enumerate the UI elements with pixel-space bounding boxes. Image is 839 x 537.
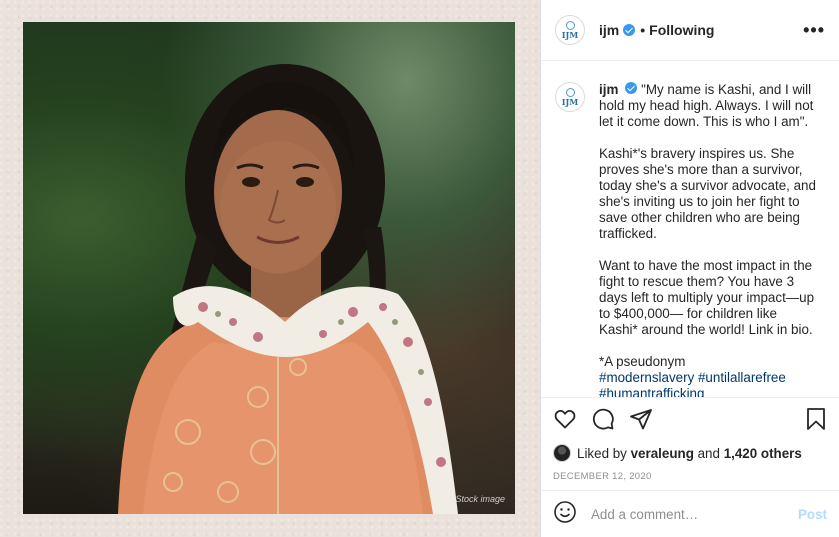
hashtag-line-1[interactable]: #modernslavery #untilallarefree bbox=[599, 370, 817, 386]
bookmark-icon[interactable] bbox=[805, 407, 827, 436]
emoji-icon[interactable] bbox=[553, 500, 577, 529]
globe-logo-icon bbox=[566, 21, 575, 30]
comment-icon[interactable] bbox=[591, 407, 615, 436]
likes-summary: Liked by veraleung and 1,420 others bbox=[553, 444, 827, 462]
comment-input[interactable] bbox=[591, 506, 771, 522]
verified-badge-icon bbox=[623, 24, 636, 36]
profile-avatar[interactable]: IJM bbox=[555, 15, 585, 45]
caption-footnote: *A pseudonym bbox=[599, 354, 686, 369]
header-separator: • bbox=[640, 22, 646, 38]
likes-joiner: and bbox=[697, 445, 720, 461]
comment-bar: Post bbox=[541, 490, 839, 537]
post-header: IJM ijm • Following ••• bbox=[541, 0, 839, 61]
hashtag-line-2[interactable]: #humantrafficking bbox=[599, 386, 817, 397]
liker-username[interactable]: veraleung bbox=[631, 446, 694, 461]
more-options-icon[interactable]: ••• bbox=[803, 20, 825, 41]
post-side-panel: IJM ijm • Following ••• IJM ijm "My name… bbox=[540, 0, 839, 537]
likes-others-link[interactable]: 1,420 others bbox=[724, 446, 802, 461]
post-actions: Liked by veraleung and 1,420 others DECE… bbox=[541, 397, 839, 482]
globe-logo-icon bbox=[566, 88, 575, 97]
likes-prefix: Liked by bbox=[577, 445, 627, 461]
post-comment-button[interactable]: Post bbox=[798, 507, 827, 522]
post-date[interactable]: DECEMBER 12, 2020 bbox=[553, 471, 827, 482]
verified-badge-icon bbox=[625, 82, 638, 94]
stock-image-label: Stock image bbox=[455, 494, 505, 504]
following-button[interactable]: Following bbox=[649, 22, 714, 38]
caption-username[interactable]: ijm bbox=[599, 82, 618, 97]
avatar-logo-text: IJM bbox=[561, 29, 579, 40]
liker-avatar[interactable] bbox=[553, 444, 571, 462]
portrait-illustration bbox=[118, 64, 458, 514]
share-icon[interactable] bbox=[629, 407, 653, 436]
caption-scroll-area[interactable]: IJM ijm "My name is Kashi, and I will ho… bbox=[541, 62, 839, 397]
caption-paragraph-2: Kashi*'s bravery inspires us. She proves… bbox=[599, 146, 816, 241]
caption-paragraph-3: Want to have the most impact in the figh… bbox=[599, 258, 815, 337]
avatar-logo-text: IJM bbox=[561, 96, 579, 107]
header-username[interactable]: ijm bbox=[599, 22, 619, 38]
heart-icon[interactable] bbox=[553, 407, 577, 436]
post-photo[interactable]: Stock image bbox=[23, 22, 515, 514]
caption-avatar[interactable]: IJM bbox=[555, 82, 585, 112]
caption-text: ijm "My name is Kashi, and I will hold m… bbox=[599, 82, 817, 397]
